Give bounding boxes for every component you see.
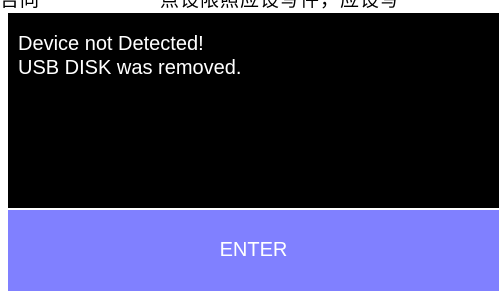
alert-message-line1: Device not Detected! — [18, 33, 204, 55]
enter-button[interactable]: ENTER — [8, 210, 499, 291]
enter-button-label: ENTER — [219, 239, 288, 261]
background-text-strip: 否同 点设限照应设写件，应设写 — [0, 0, 499, 11]
alert-dialog: Device not Detected! USB DISK was remove… — [8, 13, 499, 291]
alert-message-line2: USB DISK was removed. — [18, 57, 242, 79]
background-text: 否同 点设限照应设写件，应设写 — [0, 0, 401, 11]
alert-message: Device not Detected! USB DISK was remove… — [18, 32, 241, 80]
